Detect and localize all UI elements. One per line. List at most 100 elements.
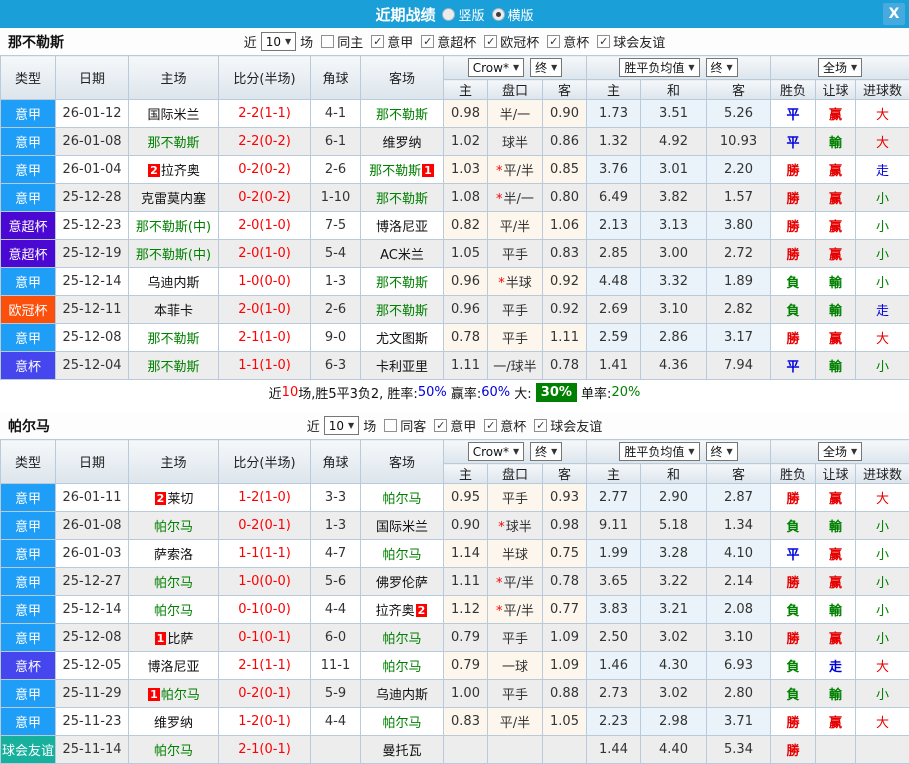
euro-time-select[interactable]: 终▼ — [706, 58, 738, 77]
games-count-select[interactable]: 10▼ — [261, 32, 296, 51]
same-venue-checkbox[interactable] — [321, 35, 334, 48]
home-team: 萨索洛 — [129, 540, 219, 568]
goals-result: 小 — [856, 680, 909, 708]
league-filter-2-checkbox[interactable] — [534, 419, 547, 432]
filter-row: 那不勒斯 近10▼场同主意甲意超杯欧冠杯意杯球会友谊 — [0, 28, 909, 55]
home-team: 那不勒斯 — [129, 324, 219, 352]
goals-result: 大 — [856, 128, 909, 156]
halftime-score: (1-0) — [259, 246, 290, 261]
chevron-down-icon: ▼ — [551, 447, 557, 456]
asian-time-select[interactable]: 终▼ — [530, 58, 562, 77]
scope-select[interactable]: 全场▼ — [818, 58, 862, 77]
euro-provider-select[interactable]: 胜平负均值▼ — [619, 442, 699, 461]
league-tag: 意甲 — [1, 184, 56, 212]
match-row: 意甲25-11-291帕尔马0-2(0-1)5-9乌迪内斯1.00平手0.882… — [1, 680, 909, 708]
sub-handicap: 盘口 — [488, 80, 543, 100]
score: 2-2(0-2) — [219, 128, 311, 156]
team-name: 那不勒斯 — [376, 192, 428, 207]
handicap-result: 輸 — [816, 128, 856, 156]
halftime-score: (1-1) — [259, 658, 290, 673]
summary-segment: 50% — [418, 385, 447, 400]
asian-home-odds: 0.95 — [444, 484, 488, 512]
league-filter-0-checkbox[interactable] — [434, 419, 447, 432]
close-button[interactable]: X — [883, 3, 905, 25]
league-filter-0-label: 意甲 — [387, 32, 413, 51]
same-venue-label: 同客 — [400, 416, 426, 435]
home-team: 2莱切 — [129, 484, 219, 512]
goals-result: 大 — [856, 100, 909, 128]
away-team: 帕尔马 — [361, 624, 444, 652]
halftime-score: (0-0) — [259, 602, 290, 617]
radio-icon[interactable] — [442, 8, 455, 21]
match-date: 25-11-29 — [56, 680, 129, 708]
layout-radio-vertical[interactable]: 竖版 — [442, 5, 484, 24]
league-tag: 意超杯 — [1, 212, 56, 240]
goals-result: 小 — [856, 352, 909, 380]
summary-segment: 场,胜5平3负2, 胜率: — [298, 383, 418, 402]
team-name: 克雷莫内塞 — [141, 192, 206, 207]
euro-time-select[interactable]: 终▼ — [706, 442, 738, 461]
match-result: 勝 — [771, 484, 816, 512]
away-team: 帕尔马 — [361, 708, 444, 736]
halftime-score: (0-0) — [259, 274, 290, 289]
section-divider — [0, 404, 909, 412]
euro-draw-odds: 3.01 — [641, 156, 707, 184]
euro-draw-odds: 3.02 — [641, 680, 707, 708]
away-team: 帕尔马 — [361, 484, 444, 512]
match-result: 平 — [771, 352, 816, 380]
odds-provider-select[interactable]: Crow*▼ — [468, 442, 524, 461]
league-filter-4-checkbox[interactable] — [597, 35, 610, 48]
score: 1-2(1-0) — [219, 484, 311, 512]
games-label: 场 — [300, 32, 313, 51]
odds-provider-select[interactable]: Crow*▼ — [468, 58, 524, 77]
match-date: 25-12-27 — [56, 568, 129, 596]
chevron-down-icon: ▼ — [688, 447, 694, 456]
score: 2-1(1-1) — [219, 652, 311, 680]
match-result: 負 — [771, 512, 816, 540]
match-result: 勝 — [771, 184, 816, 212]
score: 1-2(0-1) — [219, 708, 311, 736]
team-name: 维罗纳 — [382, 136, 421, 151]
asian-time-select[interactable]: 终▼ — [530, 442, 562, 461]
asian-handicap: 平/半 — [488, 708, 543, 736]
live-star-icon: * — [498, 276, 505, 291]
scope-select[interactable]: 全场▼ — [818, 442, 862, 461]
score: 2-0(1-0) — [219, 240, 311, 268]
asian-away-odds: 0.80 — [543, 184, 587, 212]
corner-score: 5-9 — [311, 680, 361, 708]
team-name: 帕尔马 — [154, 604, 193, 619]
league-filter-0-checkbox[interactable] — [371, 35, 384, 48]
team-name: 帕尔马 — [382, 548, 421, 563]
corner-score: 1-3 — [311, 512, 361, 540]
corner-score: 4-7 — [311, 540, 361, 568]
match-result: 勝 — [771, 156, 816, 184]
score: 2-2(1-1) — [219, 100, 311, 128]
asian-home-odds: 0.96 — [444, 268, 488, 296]
euro-home-odds: 2.59 — [587, 324, 641, 352]
col-type: 类型 — [1, 440, 56, 484]
games-count-select[interactable]: 10▼ — [324, 416, 359, 435]
match-date: 25-12-14 — [56, 596, 129, 624]
euro-home-odds: 1.73 — [587, 100, 641, 128]
same-venue-checkbox[interactable] — [384, 419, 397, 432]
euro-draw-odds: 3.22 — [641, 568, 707, 596]
euro-provider-select[interactable]: 胜平负均值▼ — [619, 58, 699, 77]
radio-checked-icon[interactable] — [492, 8, 505, 21]
league-filter-2-checkbox[interactable] — [484, 35, 497, 48]
handicap-result: 赢 — [816, 324, 856, 352]
league-filter-2-label: 球会友谊 — [550, 416, 602, 435]
league-filter-3-checkbox[interactable] — [547, 35, 560, 48]
sub-euro-away: 客 — [707, 464, 771, 484]
match-result: 負 — [771, 268, 816, 296]
euro-home-odds: 1.41 — [587, 352, 641, 380]
league-filter-1-checkbox[interactable] — [484, 419, 497, 432]
league-tag: 意甲 — [1, 512, 56, 540]
sub-euro-away: 客 — [707, 80, 771, 100]
handicap-result: 赢 — [816, 156, 856, 184]
score: 2-1(1-0) — [219, 324, 311, 352]
fulltime-score: 0-2 — [238, 190, 259, 205]
sub-euro-home: 主 — [587, 464, 641, 484]
layout-radio-horizontal[interactable]: 横版 — [492, 5, 534, 24]
goals-result: 小 — [856, 268, 909, 296]
league-filter-1-checkbox[interactable] — [421, 35, 434, 48]
